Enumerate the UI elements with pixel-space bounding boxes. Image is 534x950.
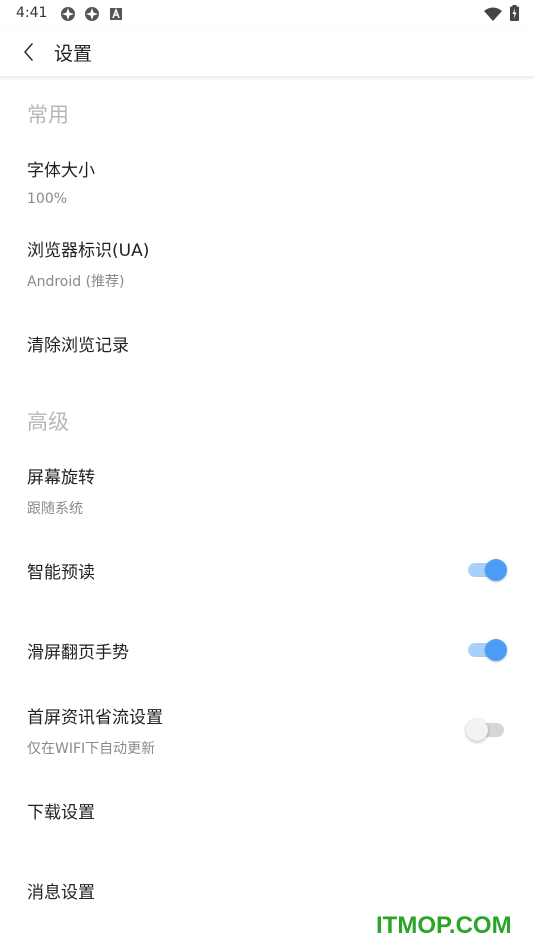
setting-value: 100% — [27, 191, 68, 207]
setting-notification[interactable]: 消息设置 — [0, 863, 534, 917]
section-header-advanced: 高级 — [27, 410, 69, 434]
section-header-common: 常用 — [27, 103, 69, 127]
status-bar: 4:41 — [0, 0, 534, 28]
battery-charging-icon — [510, 5, 519, 25]
back-button[interactable] — [16, 38, 44, 66]
status-time: 4:41 — [16, 5, 48, 21]
text-a-icon — [110, 6, 122, 25]
setting-title: 滑屏翻页手势 — [27, 643, 129, 663]
setting-title: 清除浏览记录 — [27, 336, 129, 356]
page-title: 设置 — [54, 43, 93, 65]
setting-value: Android (推荐) — [27, 274, 125, 290]
setting-clear-history[interactable]: 清除浏览记录 — [0, 316, 534, 370]
setting-font-size[interactable]: 字体大小 100% — [0, 150, 534, 216]
data-saver-toggle[interactable] — [466, 718, 508, 742]
setting-data-saver[interactable]: 首屏资讯省流设置 仅在WIFI下自动更新 — [0, 697, 534, 763]
setting-title: 浏览器标识(UA) — [27, 241, 150, 261]
setting-title: 字体大小 — [27, 161, 95, 181]
setting-download[interactable]: 下载设置 — [0, 783, 534, 837]
setting-value: 跟随系统 — [27, 501, 83, 517]
wifi-icon — [484, 6, 502, 25]
notification-app-icon — [84, 6, 100, 26]
setting-user-agent[interactable]: 浏览器标识(UA) Android (推荐) — [0, 230, 534, 296]
setting-screen-rotation[interactable]: 屏幕旋转 跟随系统 — [0, 457, 534, 523]
swipe-gesture-toggle[interactable] — [466, 638, 508, 662]
setting-title: 消息设置 — [27, 883, 95, 903]
setting-title: 下载设置 — [27, 803, 95, 823]
smart-preread-toggle[interactable] — [466, 558, 508, 582]
setting-title: 屏幕旋转 — [27, 468, 95, 488]
setting-title: 首屏资讯省流设置 — [27, 708, 163, 728]
setting-subtitle: 仅在WIFI下自动更新 — [27, 741, 156, 757]
setting-swipe-gesture[interactable]: 滑屏翻页手势 — [0, 623, 534, 677]
notification-app-icon — [60, 6, 76, 26]
toggle-thumb — [466, 719, 488, 741]
app-toolbar: 设置 — [0, 28, 534, 77]
toggle-thumb — [485, 559, 507, 581]
back-arrow-icon — [24, 43, 33, 61]
setting-smart-preread[interactable]: 智能预读 — [0, 543, 534, 597]
setting-title: 智能预读 — [27, 563, 95, 583]
site-watermark: ITMOP.COM — [376, 912, 512, 939]
toggle-thumb — [485, 639, 507, 661]
